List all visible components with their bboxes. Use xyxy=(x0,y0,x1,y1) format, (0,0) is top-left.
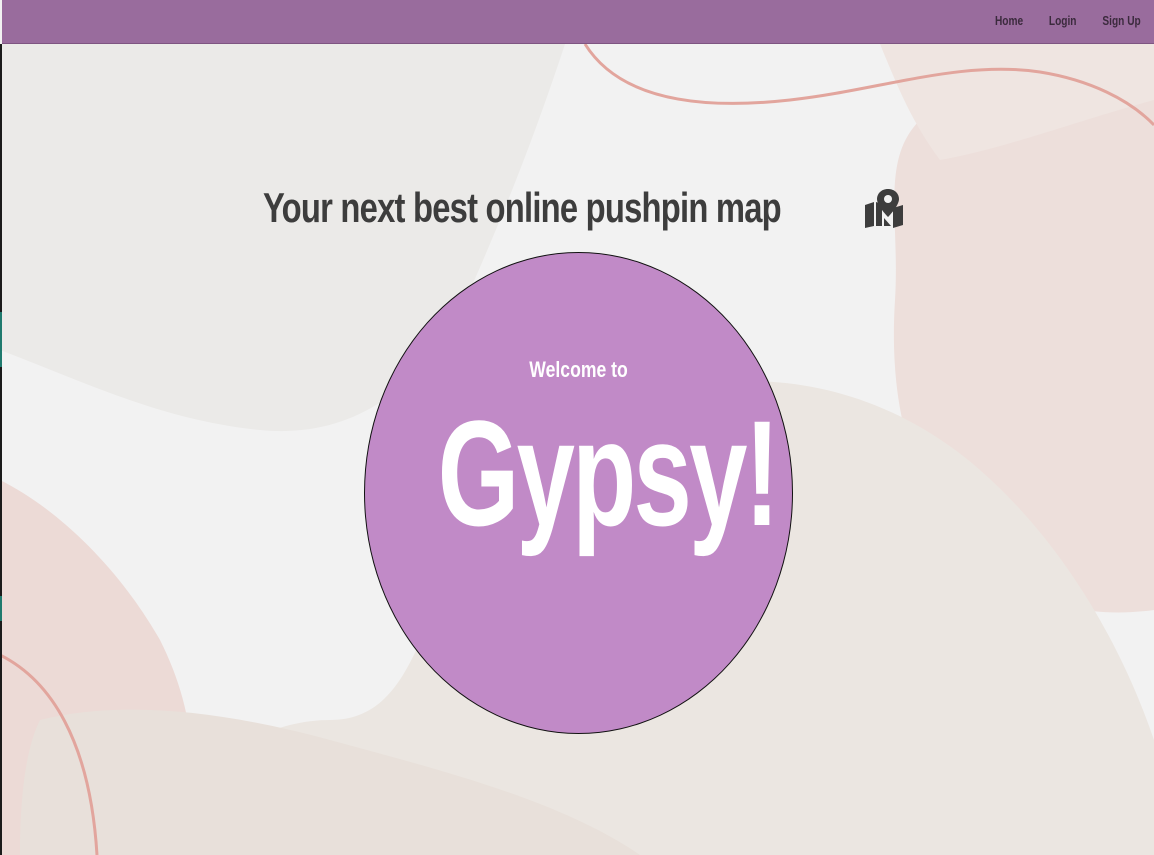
brand-label: Gypsy! xyxy=(437,389,780,557)
nav-links: Home Login Sign Up xyxy=(991,13,1146,28)
welcome-circle: Welcome to Gypsy! xyxy=(364,252,793,734)
top-navbar: Home Login Sign Up xyxy=(2,0,1154,44)
nav-link-login[interactable]: Login xyxy=(1048,13,1076,28)
brand-title: Gypsy! xyxy=(365,393,792,553)
headline-text: Your next best online pushpin map xyxy=(263,184,782,231)
hero-headline: Your next best online pushpin map xyxy=(0,184,1154,232)
nav-link-home[interactable]: Home xyxy=(995,13,1023,28)
welcome-text: Welcome to xyxy=(365,357,792,383)
left-edge-strip xyxy=(0,44,2,855)
welcome-label: Welcome to xyxy=(529,357,628,382)
map-location-icon xyxy=(864,189,903,228)
nav-link-sign-up[interactable]: Sign Up xyxy=(1102,13,1140,28)
